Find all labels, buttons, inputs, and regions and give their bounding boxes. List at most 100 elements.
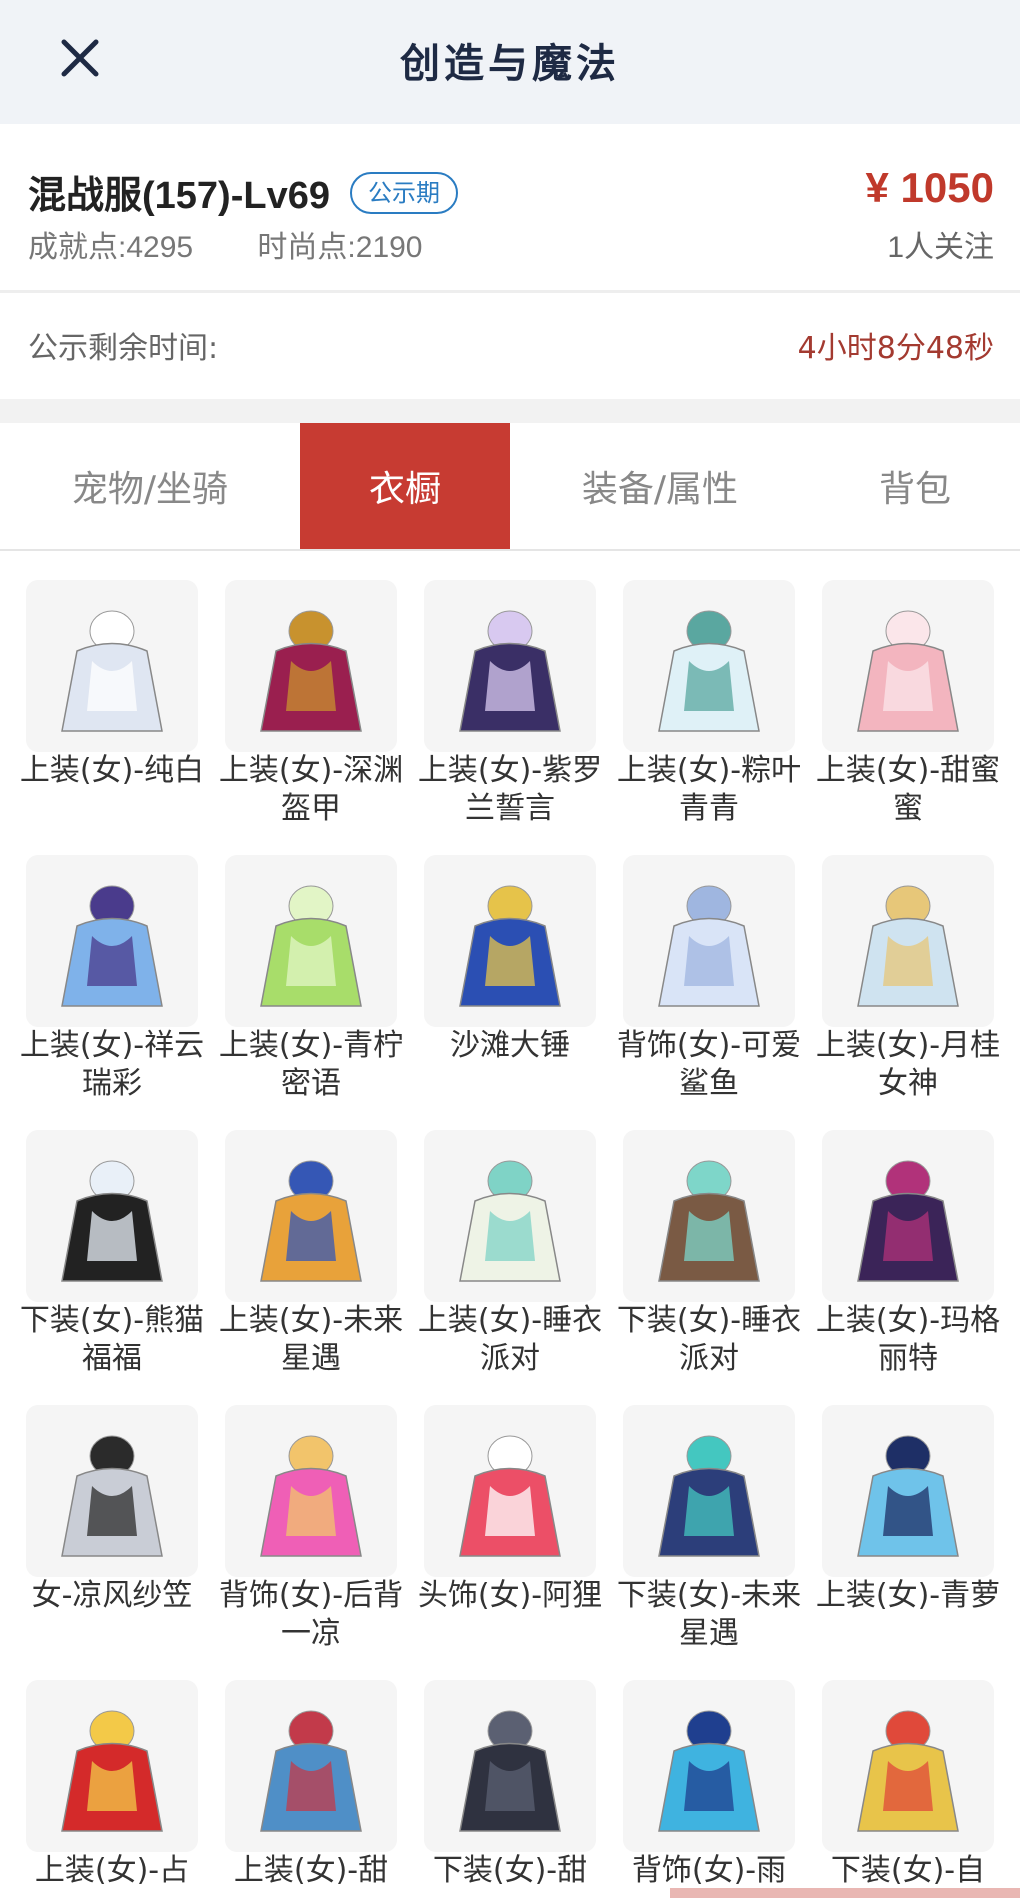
green-dress-icon (658, 610, 760, 732)
item-thumbnail (225, 1130, 397, 1302)
wardrobe-item[interactable]: 下装(女)-熊猫福福 (20, 1130, 204, 1405)
tassel-skirt-icon (857, 1710, 959, 1832)
panda-skirt-icon (61, 1160, 163, 1282)
item-name: 下装(女)-自 (830, 1853, 986, 1888)
wardrobe-item[interactable]: 沙滩大锤 (424, 855, 596, 1130)
wardrobe-item[interactable]: 上装(女)-青柠密语 (219, 855, 403, 1130)
section-gap (0, 399, 1020, 423)
item-name: 沙滩大锤 (450, 1028, 570, 1063)
page-title: 创造与魔法 (400, 40, 620, 87)
item-name: 上装(女)-玛格丽特 (815, 1303, 1001, 1376)
item-thumbnail (26, 1405, 198, 1577)
app-root: 创造与魔法 混战服(157)-Lv69 公示期 成就点:4295 时尚点:219… (0, 0, 1020, 1898)
close-button[interactable] (48, 26, 112, 90)
wardrobe-item[interactable]: 上装(女)-纯白 (20, 580, 204, 855)
wardrobe-grid: 上装(女)-纯白 上装(女)-深渊盔甲 上装(女)-紫罗兰誓言 上装(女)-粽叶青青上… (20, 580, 1000, 1898)
item-thumbnail (424, 1680, 596, 1852)
item-thumbnail (26, 1130, 198, 1302)
item-name: 背饰(女)-可爱鲨鱼 (616, 1028, 802, 1101)
item-name: 上装(女)-紫罗兰誓言 (417, 753, 603, 826)
wardrobe-item[interactable]: 下装(女)-睡衣派对 (617, 1130, 801, 1405)
item-name: 上装(女)-未来星遇 (218, 1303, 404, 1376)
wardrobe-item[interactable]: 上装(女)-青萝 (816, 1405, 1000, 1680)
violet-dress-icon (459, 610, 561, 732)
item-name: 上装(女)-纯白 (19, 753, 205, 788)
item-name: 上装(女)-祥云瑞彩 (19, 1028, 205, 1101)
wardrobe-item[interactable]: 上装(女)-甜蜜蜜 (816, 580, 1000, 855)
notice-row: 公示剩余时间: 4小时8分48秒 (0, 293, 1020, 399)
item-name: 上装(女)-月桂女神 (815, 1028, 1001, 1101)
tab-equipment-attributes[interactable]: 装备/属性 (510, 423, 810, 549)
listing-info: 混战服(157)-Lv69 公示期 成就点:4295 时尚点:2190 ¥ 10… (0, 124, 1020, 290)
wardrobe-item[interactable]: 下装(女)-未来星遇 (617, 1405, 801, 1680)
item-name: 上装(女)-甜 (233, 1853, 389, 1888)
wardrobe-item[interactable]: 上装(女)-玛格丽特 (816, 1130, 1000, 1405)
wardrobe-item[interactable]: 上装(女)-甜 (225, 1680, 397, 1898)
item-name: 头饰(女)-阿狸 (417, 1578, 603, 1613)
red-dress-icon (61, 1710, 163, 1832)
item-name: 上装(女)-青柠密语 (218, 1028, 404, 1101)
wardrobe-item[interactable]: 上装(女)-占 (26, 1680, 198, 1898)
item-thumbnail (26, 1680, 198, 1852)
pajama-top-icon (459, 1160, 561, 1282)
achievement-points: 成就点:4295 (28, 231, 194, 264)
wardrobe-item[interactable]: 上装(女)-紫罗兰誓言 (418, 580, 602, 855)
item-name: 下装(女)-睡衣派对 (616, 1303, 802, 1376)
item-thumbnail (26, 580, 198, 752)
wardrobe-item[interactable]: 下装(女)-甜 (424, 1680, 596, 1898)
fashion-points: 时尚点:2190 (257, 231, 423, 264)
item-thumbnail (225, 1405, 397, 1577)
item-thumbnail (623, 1130, 795, 1302)
wardrobe-item[interactable]: 上装(女)-深渊盔甲 (219, 580, 403, 855)
tab-pets-mounts[interactable]: 宠物/坐骑 (0, 423, 300, 549)
tab-bar: 宠物/坐骑 衣橱 装备/属性 背包 (0, 423, 1020, 551)
veil-hat-icon (61, 1435, 163, 1557)
item-thumbnail (424, 855, 596, 1027)
item-name: 下装(女)-熊猫福福 (19, 1303, 205, 1376)
item-thumbnail (822, 1680, 994, 1852)
purple-dress-icon (857, 1160, 959, 1282)
item-thumbnail (623, 855, 795, 1027)
wardrobe-item[interactable]: 上装(女)-未来星遇 (219, 1130, 403, 1405)
tab-backpack[interactable]: 背包 (810, 423, 1020, 549)
wardrobe-item[interactable]: 上装(女)-祥云瑞彩 (20, 855, 204, 1130)
item-thumbnail (424, 1130, 596, 1302)
jacket-icon (260, 1160, 362, 1282)
item-name: 上装(女)-青萝 (815, 1578, 1001, 1613)
stats-row: 成就点:4295 时尚点:2190 (28, 222, 479, 266)
wardrobe-item[interactable]: 头饰(女)-阿狸 (418, 1405, 602, 1680)
wardrobe-item[interactable]: 上装(女)-粽叶青青 (617, 580, 801, 855)
wardrobe-item[interactable]: 上装(女)-月桂女神 (816, 855, 1000, 1130)
wardrobe-item[interactable]: 下装(女)-自 (822, 1680, 994, 1898)
scroll-indicator (670, 1888, 1020, 1898)
item-thumbnail (225, 855, 397, 1027)
icecream-icon (260, 1435, 362, 1557)
boots-icon (658, 1435, 760, 1557)
wardrobe-item[interactable]: 上装(女)-睡衣派对 (418, 1130, 602, 1405)
item-name: 女-凉风纱笠 (31, 1578, 193, 1613)
wardrobe-item[interactable]: 背饰(女)-后背一凉 (219, 1405, 403, 1680)
item-name: 下装(女)-未来星遇 (616, 1578, 802, 1651)
item-thumbnail (225, 1680, 397, 1852)
pink-dress-icon (857, 610, 959, 732)
blue-robe-icon (61, 885, 163, 1007)
slippers-icon (658, 1160, 760, 1282)
item-thumbnail (26, 855, 198, 1027)
item-thumbnail (424, 1405, 596, 1577)
item-name: 下装(女)-甜 (432, 1853, 588, 1888)
wardrobe-item[interactable]: 背饰(女)-雨 (623, 1680, 795, 1898)
wardrobe-item[interactable]: 女-凉风纱笠 (26, 1405, 198, 1680)
tab-wardrobe[interactable]: 衣橱 (300, 423, 510, 549)
wardrobe-item[interactable]: 背饰(女)-可爱鲨鱼 (617, 855, 801, 1130)
item-name: 上装(女)-粽叶青青 (616, 753, 802, 826)
item-name: 背饰(女)-雨 (631, 1853, 787, 1888)
shark-icon (658, 885, 760, 1007)
laurel-top-icon (857, 885, 959, 1007)
remaining-time: 4小时8分48秒 (797, 331, 994, 366)
close-icon (61, 39, 99, 77)
notice-label: 公示剩余时间: (28, 331, 219, 366)
item-name: 上装(女)-甜蜜蜜 (815, 753, 1001, 826)
fox-head-icon (459, 1435, 561, 1557)
white-dress-icon (61, 610, 163, 732)
header-bar: 创造与魔法 (0, 0, 1020, 124)
